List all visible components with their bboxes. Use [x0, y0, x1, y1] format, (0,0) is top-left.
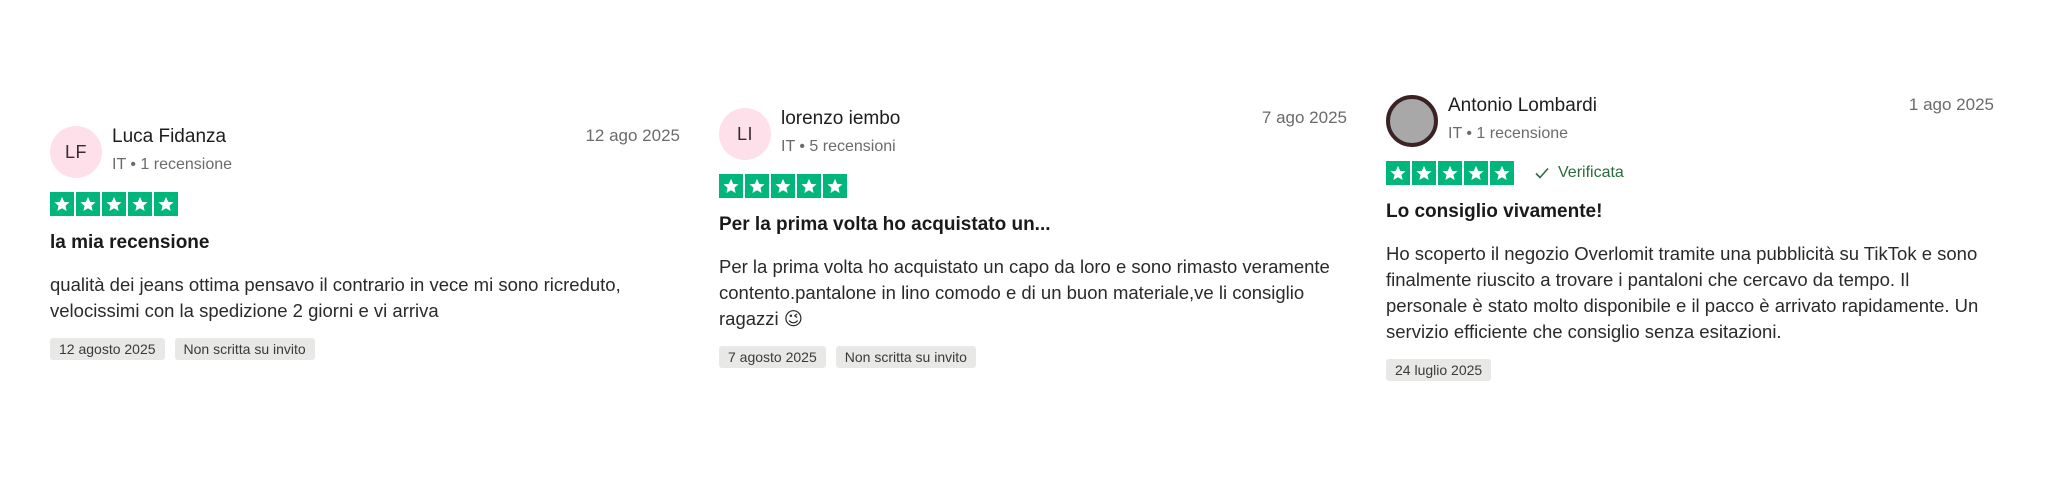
experience-date-tag: 24 luglio 2025 [1386, 359, 1492, 381]
avatar[interactable]: LF [50, 126, 102, 178]
star-icon [128, 192, 152, 216]
avatar[interactable]: LI [719, 108, 771, 160]
reviewer-name[interactable]: Luca Fidanza [112, 126, 226, 148]
star-icon [745, 174, 769, 198]
star-icon [76, 192, 100, 216]
star-icon [1490, 161, 1514, 185]
verified-label: Verificata [1558, 164, 1624, 181]
review-date: 1 ago 2025 [1908, 95, 1994, 114]
review-title[interactable]: la mia recensione [50, 232, 680, 254]
review-title[interactable]: Lo consiglio vivamente! [1386, 201, 1994, 223]
experience-date-tag: 7 agosto 2025 [719, 346, 826, 368]
review-body: Per la prima volta ho acquistato un capo… [719, 256, 1330, 329]
avatar[interactable] [1386, 95, 1438, 147]
star-icon [50, 192, 74, 216]
review-title[interactable]: Per la prima volta ho acquistato un... [719, 214, 1347, 236]
star-rating [719, 174, 847, 198]
star-icon [719, 174, 743, 198]
star-icon [102, 192, 126, 216]
review-date: 7 ago 2025 [1261, 108, 1347, 127]
star-rating [50, 192, 178, 216]
star-icon [1464, 161, 1488, 185]
experience-date-tag: 12 agosto 2025 [50, 338, 165, 360]
star-icon [1438, 161, 1462, 185]
reviewer-meta: IT • 1 recensione [112, 156, 233, 173]
not-invited-tag: Non scritta su invito [174, 338, 315, 360]
not-invited-tag: Non scritta su invito [835, 346, 976, 368]
verified-badge[interactable]: Verificata [1534, 164, 1624, 182]
review-body: qualità dei jeans ottima pensavo il cont… [50, 274, 621, 321]
review-card: LF Luca Fidanza IT • 1 recensione 12 ago… [50, 126, 680, 360]
review-body: Ho scoperto il negozio Overlomit tramite… [1386, 243, 1979, 342]
review-date: 12 ago 2025 [585, 126, 680, 145]
check-icon [1535, 167, 1549, 179]
reviewer-name[interactable]: lorenzo iembo [781, 108, 900, 130]
review-card: Antonio Lombardi IT • 1 recensione 1 ago… [1386, 95, 1994, 381]
star-icon [797, 174, 821, 198]
reviewer-meta: IT • 5 recensioni [781, 138, 896, 155]
star-icon [771, 174, 795, 198]
star-icon [1412, 161, 1436, 185]
star-icon [823, 174, 847, 198]
star-rating [1386, 161, 1514, 185]
star-icon [154, 192, 178, 216]
reviewer-name[interactable]: Antonio Lombardi [1448, 95, 1597, 117]
review-card: LI lorenzo iembo IT • 5 recensioni 7 ago… [719, 108, 1347, 368]
reviewer-meta: IT • 1 recensione [1448, 125, 1569, 142]
star-icon [1386, 161, 1410, 185]
